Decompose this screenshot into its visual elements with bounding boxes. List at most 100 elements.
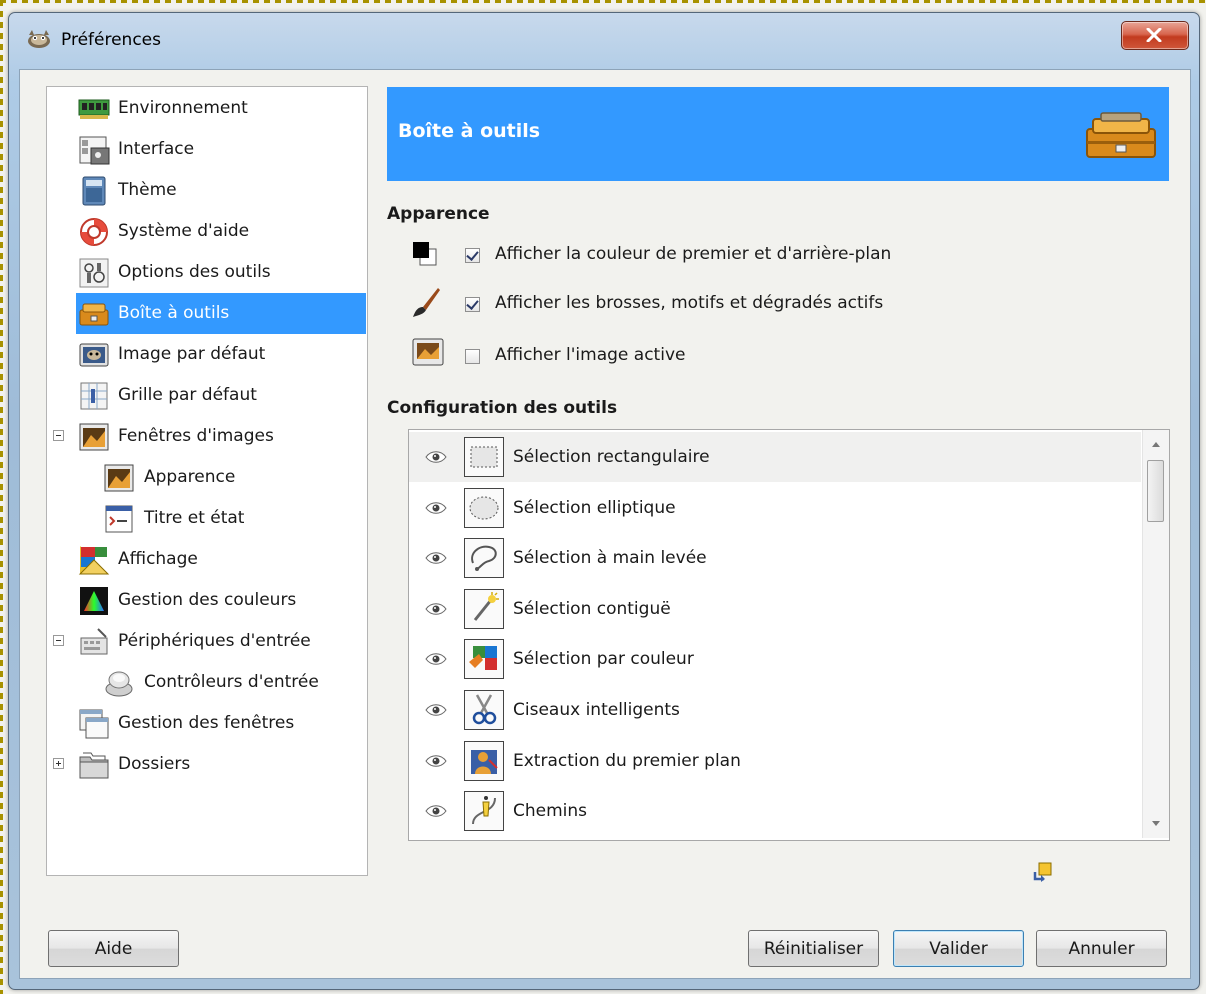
sidebar-item[interactable]: Options des outils: [47, 252, 367, 293]
sidebar-item[interactable]: Fenêtres d'images: [47, 416, 367, 457]
tool-configuration-list[interactable]: Sélection rectangulaire Sélection ellipt…: [408, 429, 1170, 841]
lifebuoy-icon: [80, 218, 108, 246]
tools-config-heading: Configuration des outils: [387, 398, 618, 418]
window-title: Préférences: [61, 30, 161, 50]
tool-list-item[interactable]: Sélection à main levée: [409, 533, 1141, 583]
sidebar-item-label: Boîte à outils: [118, 303, 230, 323]
sidebar-item-label: Grille par défaut: [118, 385, 257, 405]
show-brushes-checkbox[interactable]: [465, 297, 480, 312]
sidebar-item[interactable]: Gestion des fenêtres: [47, 703, 367, 744]
scroll-up-arrow-icon[interactable]: [1152, 442, 1160, 447]
scroll-thumb[interactable]: [1147, 460, 1164, 522]
sidebar-item-label: Environnement: [118, 98, 248, 118]
rect-select-icon: [470, 446, 498, 468]
sidebar-item-label: Thème: [118, 180, 177, 200]
sidebar-item-label: Fenêtres d'images: [118, 426, 274, 446]
scissors-icon: [472, 694, 497, 725]
sidebar-item-label: Périphériques d'entrée: [118, 631, 311, 651]
sidebar-item-label: Gestion des couleurs: [118, 590, 297, 610]
visibility-eye-icon[interactable]: [425, 603, 447, 615]
sidebar-item-label: Gestion des fenêtres: [118, 713, 295, 733]
tool-list-item[interactable]: Sélection rectangulaire: [409, 432, 1141, 482]
tool-icon-frame: [464, 538, 504, 579]
cancel-button[interactable]: Annuler: [1036, 930, 1167, 967]
appearance-heading: Apparence: [387, 204, 490, 224]
tool-label: Sélection rectangulaire: [513, 447, 710, 467]
color-management-icon: [80, 587, 108, 615]
sidebar-item[interactable]: Système d'aide: [47, 211, 367, 252]
sidebar-item-label: Contrôleurs d'entrée: [144, 672, 319, 692]
ok-button[interactable]: Valider: [893, 930, 1024, 967]
show-active-image-checkbox[interactable]: [465, 349, 480, 364]
tool-label: Sélection elliptique: [513, 497, 676, 518]
sidebar-item[interactable]: Dossiers: [47, 744, 367, 785]
reset-tool-order-icon[interactable]: [1032, 860, 1054, 882]
visibility-eye-icon[interactable]: [425, 805, 447, 817]
visibility-eye-icon[interactable]: [425, 653, 447, 666]
tool-list-item[interactable]: Ciseaux intelligents: [409, 685, 1141, 735]
show-active-image-label[interactable]: Afficher l'image active: [495, 345, 685, 365]
tool-icon-frame: [464, 791, 504, 832]
visibility-eye-icon[interactable]: [425, 552, 447, 564]
tool-list-scrollbar[interactable]: [1142, 430, 1169, 838]
sidebar-item[interactable]: Gestion des couleurs: [47, 580, 367, 621]
sidebar-item[interactable]: Affichage: [47, 539, 367, 580]
tool-label: Sélection par couleur: [513, 649, 694, 670]
fuzzy-select-icon: [473, 591, 499, 621]
sidebar-item[interactable]: Image par défaut: [47, 334, 367, 375]
tool-list-item[interactable]: Sélection par couleur: [409, 634, 1141, 684]
display-icon: [78, 546, 110, 575]
tool-icon-frame: [464, 740, 504, 781]
tool-list-item[interactable]: Sélection elliptique: [409, 483, 1141, 533]
show-fg-bg-label[interactable]: Afficher la couleur de premier et d'arri…: [495, 244, 891, 264]
sidebar-item-label: Système d'aide: [118, 221, 250, 241]
expand-toggle-icon[interactable]: [53, 758, 64, 769]
tool-list-item[interactable]: Chemins: [409, 786, 1141, 836]
tool-list-item[interactable]: Extraction du premier plan: [409, 736, 1141, 786]
sidebar-item[interactable]: Boîte à outils: [47, 293, 367, 334]
sidebar-item[interactable]: Périphériques d'entrée: [47, 621, 367, 662]
tool-list-item[interactable]: Sélection contiguë: [409, 584, 1141, 634]
interface-icon: [79, 136, 110, 165]
input-devices-icon: [80, 628, 108, 655]
visibility-eye-icon[interactable]: [425, 451, 447, 463]
toolbox-icon: [79, 303, 109, 326]
help-button[interactable]: Aide: [48, 930, 179, 967]
visibility-eye-icon[interactable]: [425, 704, 447, 716]
selection-border-left: [0, 0, 3, 994]
image-window-icon: [104, 464, 134, 492]
collapse-toggle-icon[interactable]: [53, 635, 64, 646]
title-status-icon: [105, 505, 133, 533]
sidebar-item[interactable]: Interface: [47, 129, 367, 170]
show-brushes-label[interactable]: Afficher les brosses, motifs et dégradés…: [495, 293, 883, 313]
visibility-eye-icon[interactable]: [425, 501, 447, 514]
sidebar-item-label: Apparence: [144, 467, 236, 487]
ellipse-select-icon: [469, 496, 499, 520]
close-button[interactable]: [1121, 21, 1189, 50]
sidebar-item[interactable]: Titre et état: [47, 498, 367, 539]
memory-chip-icon: [78, 99, 110, 119]
visibility-eye-icon[interactable]: [425, 754, 447, 767]
toolbox-icon: [1086, 112, 1156, 158]
theme-icon: [82, 176, 106, 206]
sidebar-item[interactable]: Thème: [47, 170, 367, 211]
sidebar-item[interactable]: Environnement: [47, 88, 367, 129]
tool-icon-frame: [464, 487, 504, 528]
title-bar[interactable]: Préférences: [9, 13, 1199, 69]
collapse-toggle-icon[interactable]: [53, 430, 64, 441]
show-fg-bg-checkbox[interactable]: [465, 248, 480, 263]
scroll-down-arrow-icon[interactable]: [1152, 821, 1160, 826]
sidebar-item[interactable]: Grille par défaut: [47, 375, 367, 416]
sidebar-item[interactable]: Contrôleurs d'entrée: [47, 662, 367, 703]
sidebar-item[interactable]: Apparence: [47, 457, 367, 498]
reset-button[interactable]: Réinitialiser: [748, 930, 879, 967]
tool-label: Ciseaux intelligents: [513, 700, 680, 720]
tool-label: Sélection contiguë: [513, 598, 671, 619]
close-icon: [1146, 28, 1162, 42]
preferences-category-tree[interactable]: Environnement Interface Thème Système d'aid…: [46, 86, 368, 876]
fg-bg-color-icon: [413, 242, 437, 266]
tool-label: Chemins: [513, 801, 588, 822]
gimp-logo-icon: [28, 30, 50, 48]
selection-border-top: [0, 0, 1206, 3]
sidebar-item-label: Options des outils: [118, 262, 271, 282]
